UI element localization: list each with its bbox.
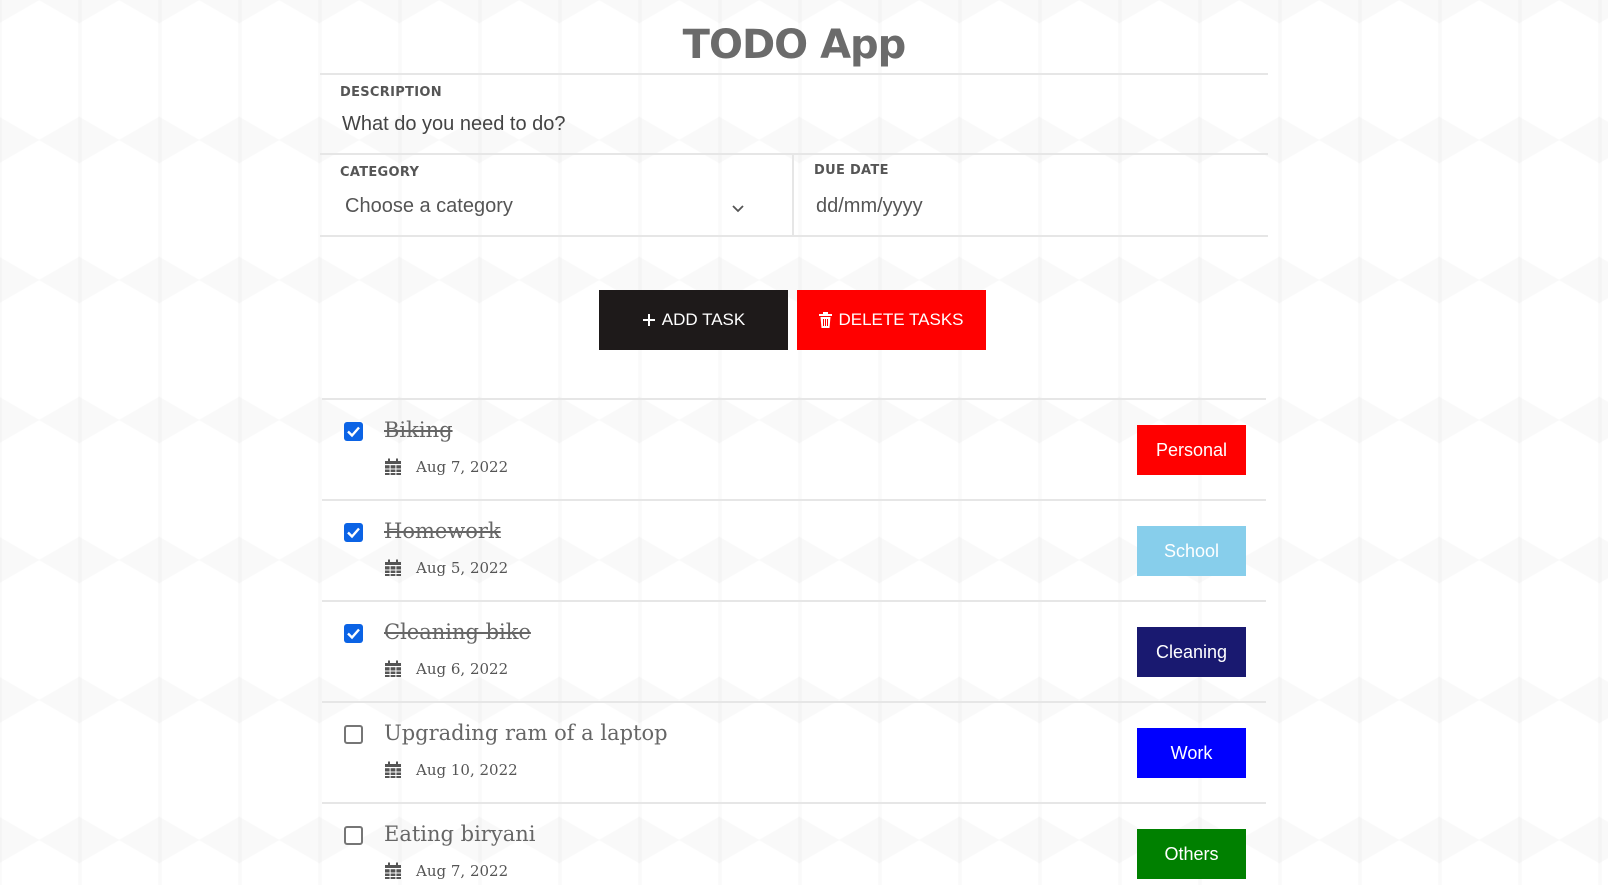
due-date-field[interactable]: DUE DATE dd/mm/yyyy — [794, 155, 1268, 235]
category-label: CATEGORY — [340, 165, 420, 180]
calendar-icon — [385, 660, 401, 677]
category-field[interactable]: CATEGORY Choose a category — [320, 155, 794, 235]
due-date-label: DUE DATE — [814, 163, 889, 178]
task-title: Upgrading ram of a laptop — [384, 721, 668, 745]
category-badge: Personal — [1137, 425, 1246, 475]
description-input[interactable]: What do you need to do? — [342, 113, 566, 136]
plus-icon — [642, 314, 655, 326]
task-date: Aug 6, 2022 — [416, 660, 509, 678]
calendar-icon — [385, 761, 401, 778]
task-item: Homework Aug 5, 2022 School — [322, 501, 1266, 602]
task-checkbox[interactable] — [344, 624, 363, 643]
task-checkbox[interactable] — [344, 523, 363, 542]
action-buttons: ADD TASK DELETE TASKS — [599, 290, 986, 350]
delete-tasks-button[interactable]: DELETE TASKS — [797, 290, 986, 350]
calendar-icon — [385, 862, 401, 879]
check-icon — [347, 527, 360, 539]
description-label: DESCRIPTION — [340, 85, 442, 100]
trash-icon — [819, 312, 833, 328]
task-title: Homework — [384, 519, 501, 543]
task-item: Cleaning bike Aug 6, 2022 Cleaning — [322, 602, 1266, 703]
category-badge: Cleaning — [1137, 627, 1246, 677]
add-task-label: ADD TASK — [661, 310, 746, 329]
task-form: DESCRIPTION What do you need to do? CATE… — [320, 73, 1268, 237]
task-title: Biking — [384, 418, 453, 442]
task-date: Aug 7, 2022 — [416, 862, 509, 880]
task-checkbox[interactable] — [344, 725, 363, 744]
task-title: Eating biryani — [384, 822, 536, 846]
task-date: Aug 5, 2022 — [416, 559, 509, 577]
category-date-row: CATEGORY Choose a category DUE DATE dd/m… — [320, 155, 1268, 237]
category-badge: Others — [1137, 829, 1246, 879]
todo-app: TODO App DESCRIPTION What do you need to… — [320, 0, 1268, 880]
task-item: Eating biryani Aug 7, 2022 Others — [322, 804, 1266, 885]
category-badge: School — [1137, 526, 1246, 576]
task-list: Biking Aug 7, 2022 Personal Homework Aug… — [322, 398, 1266, 885]
check-icon — [347, 426, 360, 438]
due-date-input[interactable]: dd/mm/yyyy — [816, 195, 923, 218]
check-icon — [347, 628, 360, 640]
task-title: Cleaning bike — [384, 620, 531, 644]
delete-tasks-label: DELETE TASKS — [838, 310, 964, 329]
description-field[interactable]: DESCRIPTION What do you need to do? — [320, 75, 1268, 155]
task-checkbox[interactable] — [344, 422, 363, 441]
task-item: Biking Aug 7, 2022 Personal — [322, 400, 1266, 501]
calendar-icon — [385, 559, 401, 576]
add-task-button[interactable]: ADD TASK — [599, 290, 788, 350]
task-checkbox[interactable] — [344, 826, 363, 845]
task-item: Upgrading ram of a laptop Aug 10, 2022 W… — [322, 703, 1266, 804]
category-select[interactable]: Choose a category — [345, 195, 513, 218]
task-date: Aug 10, 2022 — [416, 761, 518, 779]
category-badge: Work — [1137, 728, 1246, 778]
calendar-icon — [385, 458, 401, 475]
task-date: Aug 7, 2022 — [416, 458, 509, 476]
chevron-down-icon[interactable] — [730, 203, 746, 215]
page-title: TODO App — [682, 22, 907, 68]
